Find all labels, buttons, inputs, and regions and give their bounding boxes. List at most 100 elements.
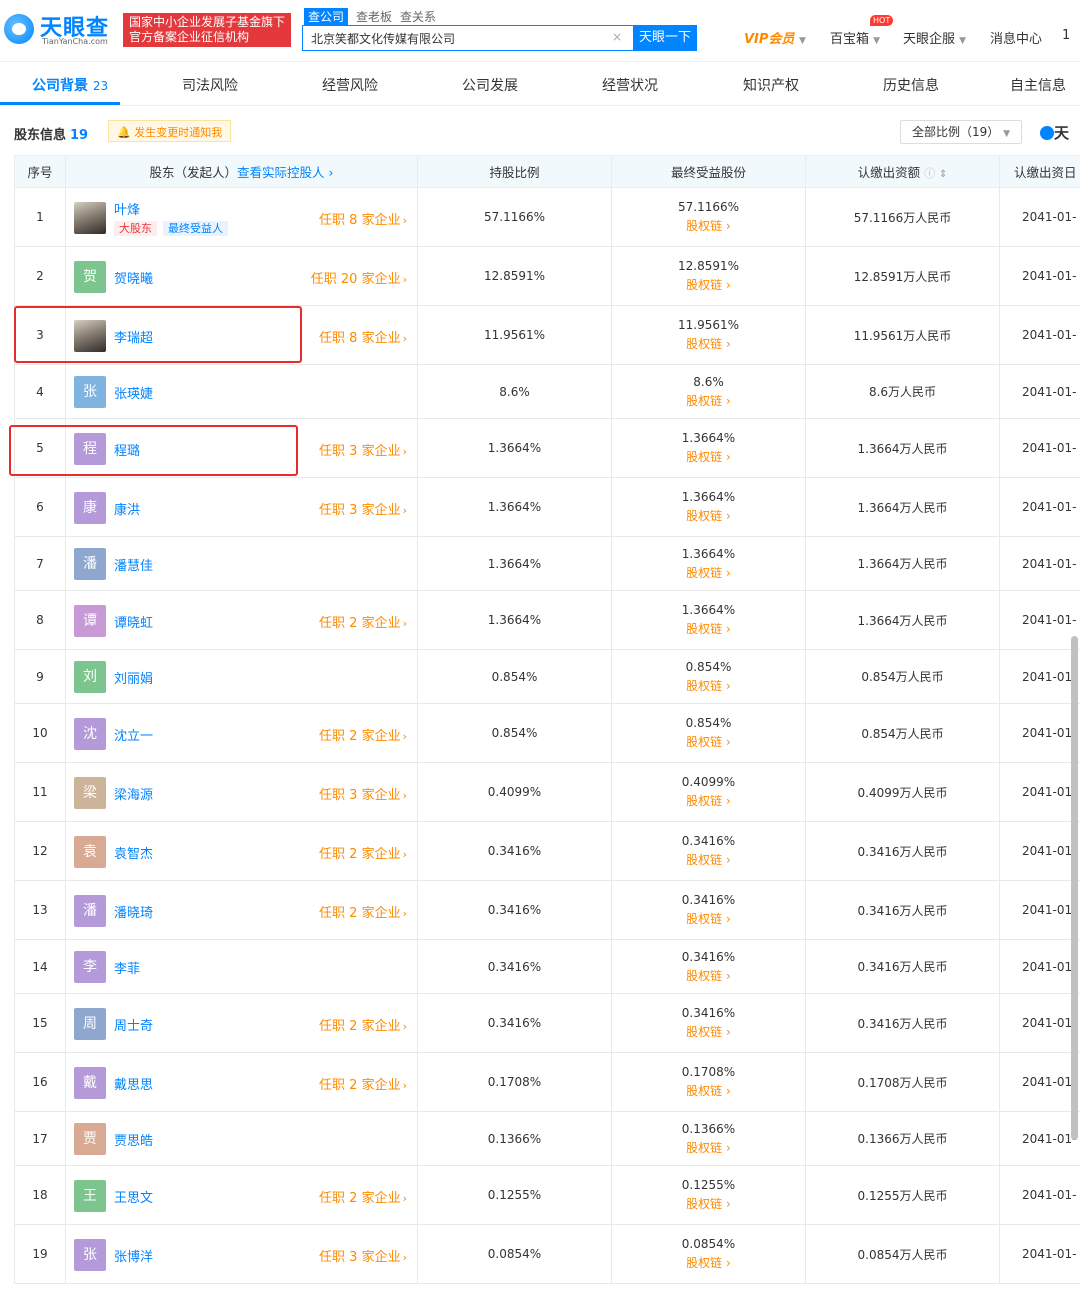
- avatar[interactable]: 李: [74, 951, 106, 983]
- search-tab-relation[interactable]: 查关系: [400, 8, 436, 25]
- holder-name[interactable]: 潘晓琦: [114, 902, 153, 921]
- avatar[interactable]: 戴: [74, 1066, 106, 1099]
- col-ratio: 持股比例: [417, 155, 612, 188]
- avatar[interactable]: 沈: [74, 717, 106, 750]
- serve-companies-link[interactable]: 任职 2 家企业 ›: [319, 725, 407, 744]
- serve-companies-link[interactable]: 任职 8 家企业 ›: [319, 327, 407, 346]
- equity-chain-link[interactable]: 股权链 ›: [612, 392, 805, 411]
- avatar[interactable]: 张: [74, 376, 106, 408]
- holder-name[interactable]: 贺晓曦: [114, 268, 153, 287]
- equity-chain-link[interactable]: 股权链 ›: [612, 851, 805, 870]
- serve-companies-link[interactable]: 任职 2 家企业 ›: [319, 1074, 407, 1093]
- equity-chain-link[interactable]: 股权链 ›: [612, 792, 805, 811]
- search-input[interactable]: 北京笑都文化传媒有限公司: [302, 25, 634, 51]
- tab-company-development[interactable]: 公司发展: [462, 75, 518, 95]
- avatar[interactable]: 潘: [74, 894, 106, 927]
- help-icon[interactable]: ⓘ: [924, 167, 935, 180]
- avatar[interactable]: 周: [74, 1007, 106, 1040]
- serve-companies-link[interactable]: 任职 2 家企业 ›: [319, 1015, 407, 1034]
- enterprise-menu[interactable]: 天眼企服 ▼: [903, 28, 966, 47]
- holder-name[interactable]: 周士奇: [114, 1015, 153, 1034]
- avatar[interactable]: 贺: [74, 260, 106, 293]
- equity-chain-link[interactable]: 股权链 ›: [612, 335, 805, 354]
- equity-chain-link[interactable]: 股权链 ›: [612, 1082, 805, 1101]
- equity-chain-link[interactable]: 股权链 ›: [612, 967, 805, 986]
- avatar[interactable]: 谭: [74, 604, 106, 637]
- messages-link[interactable]: 消息中心: [990, 28, 1042, 47]
- brand-badge[interactable]: 天: [1040, 122, 1069, 143]
- holder-name[interactable]: 张瑛婕: [114, 383, 153, 402]
- tab-operation-status[interactable]: 经营状况: [602, 75, 658, 95]
- search-button[interactable]: 天眼一下: [633, 25, 697, 51]
- equity-chain-link[interactable]: 股权链 ›: [612, 276, 805, 295]
- search-tab-company[interactable]: 查公司: [304, 8, 349, 25]
- equity-chain-link[interactable]: 股权链 ›: [612, 448, 805, 467]
- holder-name[interactable]: 叶烽: [114, 199, 140, 218]
- holder-name[interactable]: 张博洋: [114, 1246, 153, 1265]
- serve-companies-link[interactable]: 任职 2 家企业 ›: [319, 1187, 407, 1206]
- avatar[interactable]: 袁: [74, 835, 106, 868]
- holder-name[interactable]: 康洪: [114, 499, 140, 518]
- tab-company-background[interactable]: 公司背景 23: [32, 75, 108, 95]
- equity-chain-link[interactable]: 股权链 ›: [612, 217, 805, 236]
- serve-companies-link[interactable]: 任职 3 家企业 ›: [319, 499, 407, 518]
- holder-name[interactable]: 贾思皓: [114, 1130, 153, 1149]
- holder-name[interactable]: 潘慧佳: [114, 555, 153, 574]
- overflow-nav-item[interactable]: 1: [1062, 28, 1070, 43]
- search-tab-boss[interactable]: 查老板: [356, 8, 392, 25]
- holder-name[interactable]: 袁智杰: [114, 843, 153, 862]
- serve-companies-link[interactable]: 任职 3 家企业 ›: [319, 440, 407, 459]
- holder-name[interactable]: 刘丽娟: [114, 668, 153, 687]
- holder-name[interactable]: 梁海源: [114, 784, 153, 803]
- equity-chain-link[interactable]: 股权链 ›: [612, 1195, 805, 1214]
- holder-name[interactable]: 王思文: [114, 1187, 153, 1206]
- ratio-filter-select[interactable]: 全部比例（19） ▼: [900, 120, 1022, 144]
- avatar[interactable]: 张: [74, 1238, 106, 1271]
- equity-chain-link[interactable]: 股权链 ›: [612, 1023, 805, 1042]
- tab-intellectual-property[interactable]: 知识产权: [743, 75, 799, 95]
- avatar[interactable]: 贾: [74, 1123, 106, 1155]
- avatar[interactable]: 梁: [74, 776, 106, 809]
- holder-name[interactable]: 李菲: [114, 958, 140, 977]
- equity-chain-link[interactable]: 股权链 ›: [612, 1139, 805, 1158]
- avatar[interactable]: 潘: [74, 548, 106, 580]
- serve-companies-link[interactable]: 任职 3 家企业 ›: [319, 784, 407, 803]
- col-capital[interactable]: 认缴出资额 ⓘ ⇕: [805, 155, 1000, 188]
- sort-icon[interactable]: ⇕: [939, 169, 947, 180]
- serve-companies-link[interactable]: 任职 2 家企业 ›: [319, 902, 407, 921]
- serve-companies-link[interactable]: 任职 8 家企业 ›: [319, 209, 407, 228]
- clear-icon[interactable]: ×: [612, 30, 622, 44]
- serve-companies-link[interactable]: 任职 2 家企业 ›: [319, 612, 407, 631]
- serve-companies-link[interactable]: 任职 2 家企业 ›: [319, 843, 407, 862]
- equity-chain-link[interactable]: 股权链 ›: [612, 620, 805, 639]
- tab-history[interactable]: 历史信息: [883, 75, 939, 95]
- actual-controller-link[interactable]: 查看实际控股人 ›: [237, 165, 334, 180]
- equity-chain-link[interactable]: 股权链 ›: [612, 1254, 805, 1273]
- logo[interactable]: 天眼查 TianYanCha.com: [4, 8, 114, 50]
- tab-judicial-risk[interactable]: 司法风险: [182, 75, 238, 95]
- baobox-menu[interactable]: 百宝箱 ▼: [830, 28, 880, 47]
- notify-button[interactable]: 🔔 发生变更时通知我: [108, 120, 232, 142]
- serve-companies-link[interactable]: 任职 3 家企业 ›: [319, 1246, 407, 1265]
- avatar[interactable]: 刘: [74, 661, 106, 693]
- holder-name[interactable]: 谭晓虹: [114, 612, 153, 631]
- benefit-value: 0.3416%: [681, 893, 736, 907]
- holder-name[interactable]: 戴思思: [114, 1074, 153, 1093]
- serve-companies-link[interactable]: 任职 20 家企业 ›: [311, 268, 407, 287]
- avatar[interactable]: 康: [74, 491, 106, 524]
- equity-chain-link[interactable]: 股权链 ›: [612, 677, 805, 696]
- tab-operation-risk[interactable]: 经营风险: [322, 75, 378, 95]
- vip-link[interactable]: VIP会员 ▼: [744, 28, 806, 47]
- equity-chain-link[interactable]: 股权链 ›: [612, 507, 805, 526]
- avatar[interactable]: 王: [74, 1179, 106, 1212]
- equity-chain-link[interactable]: 股权链 ›: [612, 910, 805, 929]
- equity-chain-link[interactable]: 股权链 ›: [612, 733, 805, 752]
- equity-chain-link[interactable]: 股权链 ›: [612, 564, 805, 583]
- holder-cell: 张张博洋 任职 3 家企业 ›: [65, 1224, 418, 1284]
- brand-badge-text: 天: [1054, 124, 1070, 142]
- holder-name[interactable]: 沈立一: [114, 725, 153, 744]
- avatar-photo[interactable]: [74, 201, 106, 234]
- seq-cell: 17: [14, 1111, 66, 1166]
- scrollbar[interactable]: [1071, 636, 1078, 1140]
- tab-self-info[interactable]: 自主信息: [1010, 75, 1066, 95]
